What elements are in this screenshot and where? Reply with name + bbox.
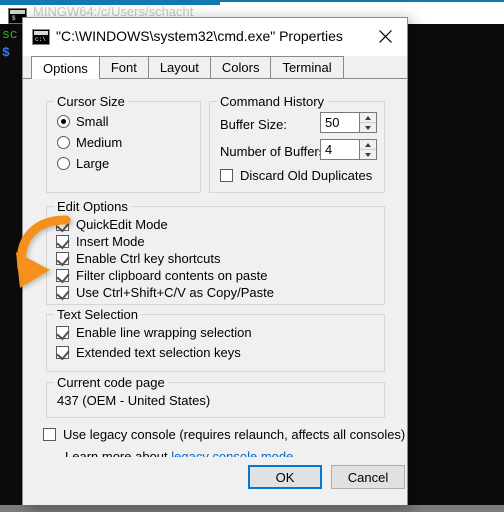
radio-indicator bbox=[57, 157, 70, 170]
cursor-size-legend: Cursor Size bbox=[54, 94, 128, 109]
radio-label: Medium bbox=[76, 135, 123, 150]
checkbox-label: Insert Mode bbox=[76, 234, 145, 249]
radio-cursor-size-large[interactable]: Large bbox=[57, 156, 109, 171]
cancel-button[interactable]: Cancel bbox=[331, 465, 405, 489]
dialog-title: "C:\WINDOWS\system32\cmd.exe" Properties bbox=[56, 28, 343, 44]
checkbox-label: Enable line wrapping selection bbox=[76, 325, 252, 340]
radio-label: Small bbox=[76, 114, 109, 129]
tab-layout-label: Layout bbox=[159, 60, 199, 75]
checkbox-label: Enable Ctrl key shortcuts bbox=[76, 251, 221, 266]
tab-terminal[interactable]: Terminal bbox=[270, 56, 344, 78]
spin-up-icon[interactable] bbox=[360, 113, 376, 123]
checkbox-discard-old-duplicates[interactable]: Discard Old Duplicates bbox=[220, 168, 372, 183]
terminal-prompt-line: $ bbox=[2, 45, 10, 60]
buffer-size-stepper[interactable]: 50 bbox=[320, 112, 377, 133]
checkbox-label: Use Ctrl+Shift+C/V as Copy/Paste bbox=[76, 285, 274, 300]
checkbox-label: Extended text selection keys bbox=[76, 345, 241, 360]
checkbox-filter-clipboard-contents-on-paste[interactable]: Filter clipboard contents on paste bbox=[56, 268, 268, 283]
tab-colors-label: Colors bbox=[221, 60, 260, 75]
tab-options[interactable]: Options bbox=[31, 56, 100, 79]
checkbox-use-legacy-console[interactable]: Use legacy console (requires relaunch, a… bbox=[43, 427, 405, 442]
radio-indicator bbox=[57, 136, 70, 149]
checkbox-indicator bbox=[43, 428, 56, 441]
tab-layout[interactable]: Layout bbox=[147, 56, 211, 78]
tab-font-label: Font bbox=[110, 60, 137, 75]
checkbox-indicator bbox=[56, 286, 69, 299]
dialog-titlebar[interactable]: c:\ "C:\WINDOWS\system32\cmd.exe" Proper… bbox=[23, 18, 407, 56]
checkbox-quickedit-mode[interactable]: QuickEdit Mode bbox=[56, 217, 168, 232]
buffer-size-spin-buttons[interactable] bbox=[360, 112, 377, 133]
ok-button[interactable]: OK bbox=[248, 465, 322, 489]
edit-options-legend: Edit Options bbox=[54, 199, 131, 214]
console-icon: c:\ bbox=[32, 29, 50, 45]
number-of-buffers-input[interactable]: 4 bbox=[320, 139, 360, 160]
checkbox-enable-ctrl-key-shortcuts[interactable]: Enable Ctrl key shortcuts bbox=[56, 251, 221, 266]
text-selection-group: Text Selection Enable line wrapping sele… bbox=[46, 307, 385, 372]
checkbox-use-ctrl-shift-c-v-as-copy-paste[interactable]: Use Ctrl+Shift+C/V as Copy/Paste bbox=[56, 285, 274, 300]
dialog-footer: OK Cancel bbox=[23, 457, 407, 505]
spin-down-icon[interactable] bbox=[360, 150, 376, 159]
cancel-button-label: Cancel bbox=[347, 469, 389, 485]
checkbox-insert-mode[interactable]: Insert Mode bbox=[56, 234, 145, 249]
number-of-buffers-spin-buttons[interactable] bbox=[360, 139, 377, 160]
spin-up-icon[interactable] bbox=[360, 140, 376, 150]
command-history-legend: Command History bbox=[217, 94, 328, 109]
terminal-output-line-1: sc bbox=[2, 27, 18, 42]
checkbox-label: QuickEdit Mode bbox=[76, 217, 168, 232]
options-tab-panel: Cursor Size Small Medium Large Command H… bbox=[23, 79, 407, 505]
current-code-page-legend: Current code page bbox=[54, 375, 168, 390]
checkbox-indicator bbox=[56, 269, 69, 282]
tab-colors[interactable]: Colors bbox=[209, 56, 272, 78]
checkbox-indicator bbox=[56, 346, 69, 359]
tab-options-label: Options bbox=[43, 60, 88, 76]
cmd-properties-dialog: c:\ "C:\WINDOWS\system32\cmd.exe" Proper… bbox=[22, 17, 408, 505]
text-selection-legend: Text Selection bbox=[54, 307, 141, 322]
checkbox-indicator bbox=[56, 326, 69, 339]
console-icon-prompt-glyph: $ bbox=[12, 15, 16, 22]
buffer-size-input[interactable]: 50 bbox=[320, 112, 360, 133]
radio-indicator bbox=[57, 115, 70, 128]
radio-cursor-size-medium[interactable]: Medium bbox=[57, 135, 122, 150]
checkbox-label: Use legacy console (requires relaunch, a… bbox=[63, 427, 406, 442]
buffer-size-label: Buffer Size: bbox=[220, 117, 287, 132]
command-history-group: Command History Buffer Size: 50 Number o… bbox=[209, 94, 385, 193]
window-bottom-edge bbox=[0, 505, 504, 512]
number-of-buffers-label: Number of Buffers: bbox=[220, 144, 329, 159]
current-code-page-value: 437 (OEM - United States) bbox=[57, 393, 211, 408]
close-icon[interactable] bbox=[363, 18, 407, 55]
current-code-page-group: Current code page 437 (OEM - United Stat… bbox=[46, 375, 385, 418]
terminal-output-text: sc $ bbox=[2, 26, 18, 62]
tab-font[interactable]: Font bbox=[98, 56, 149, 78]
checkbox-extended-text-selection-keys[interactable]: Extended text selection keys bbox=[56, 345, 241, 360]
checkbox-indicator bbox=[56, 252, 69, 265]
edit-options-group: Edit Options QuickEdit Mode Insert Mode … bbox=[46, 199, 385, 305]
checkbox-indicator bbox=[220, 169, 233, 182]
ok-button-label: OK bbox=[275, 469, 295, 485]
radio-cursor-size-small[interactable]: Small bbox=[57, 114, 109, 129]
checkbox-enable-line-wrapping-selection[interactable]: Enable line wrapping selection bbox=[56, 325, 252, 340]
cursor-size-group: Cursor Size Small Medium Large bbox=[46, 94, 201, 193]
checkbox-indicator bbox=[56, 235, 69, 248]
checkbox-label: Discard Old Duplicates bbox=[240, 168, 373, 183]
dialog-tabstrip: Options Font Layout Colors Terminal bbox=[23, 56, 407, 79]
checkbox-label: Filter clipboard contents on paste bbox=[76, 268, 268, 283]
number-of-buffers-stepper[interactable]: 4 bbox=[320, 139, 377, 160]
checkbox-indicator bbox=[56, 218, 69, 231]
radio-label: Large bbox=[76, 156, 110, 171]
tab-terminal-label: Terminal bbox=[282, 60, 332, 75]
spin-down-icon[interactable] bbox=[360, 123, 376, 132]
